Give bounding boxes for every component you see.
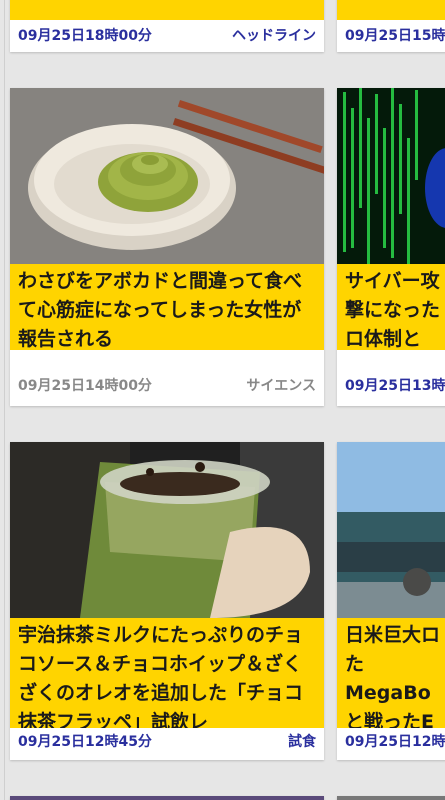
article-title-strip [337, 0, 445, 20]
article-meta: 09月25日14時00分 サイエンス [10, 372, 324, 398]
page-divider [4, 0, 5, 800]
article-title[interactable]: 日米巨大ロたMegaBoと戦ったEで販売へ [337, 618, 445, 728]
megabots-image [337, 442, 445, 618]
article-category[interactable]: ヘッドライン [232, 25, 316, 45]
article-meta: 09月25日12時 [337, 728, 445, 754]
article-card[interactable]: わさびをアボカドと間違って食べて心筋症になってしまった女性が報告される 09月2… [10, 88, 324, 406]
article-category[interactable]: サイエンス [246, 375, 316, 395]
article-date: 09月25日13時 [345, 378, 445, 394]
article-title[interactable]: 宇治抹茶ミルクにたっぷりのチョコソース＆チョコホイップ＆ざくざくのオレオを追加し… [10, 618, 324, 728]
article-title[interactable]: わさびをアボカドと間違って食べて心筋症になってしまった女性が報告される [10, 264, 324, 350]
matcha-frappe-image [10, 442, 324, 618]
article-thumbnail[interactable] [337, 88, 445, 264]
article-thumbnail[interactable] [337, 442, 445, 618]
article-card[interactable] [337, 796, 445, 800]
article-date: 09月25日15時 [345, 28, 445, 44]
article-card[interactable]: 日米巨大ロたMegaBoと戦ったEで販売へ 09月25日12時 [337, 442, 445, 760]
article-thumbnail[interactable] [337, 796, 445, 800]
article-meta: 09月25日18時00分 ヘッドライン [10, 22, 324, 48]
matrix-code-image [337, 88, 445, 264]
article-title-strip [10, 0, 324, 20]
article-date: 09月25日12時 [345, 734, 445, 750]
article-card[interactable]: 宇治抹茶ミルクにたっぷりのチョコソース＆チョコホイップ＆ざくざくのオレオを追加し… [10, 442, 324, 760]
article-date: 09月25日18時00分 [18, 28, 152, 44]
article-meta: 09月25日13時 [337, 372, 445, 398]
article-thumbnail[interactable] [10, 88, 324, 264]
wasabi-bowl-image [10, 88, 324, 264]
article-card[interactable]: 09月25日15時 [337, 0, 445, 52]
article-thumbnail[interactable] [10, 442, 324, 618]
article-card[interactable]: 09月25日18時00分 ヘッドライン [10, 0, 324, 52]
article-title[interactable]: サイバー攻撃になったロ体制とは？ [337, 264, 445, 350]
article-card[interactable]: サイバー攻撃になったロ体制とは？ 09月25日13時 [337, 88, 445, 406]
article-category[interactable]: 試食 [288, 731, 316, 751]
article-meta: 09月25日12時45分 試食 [10, 728, 324, 754]
article-date: 09月25日12時45分 [18, 734, 152, 750]
article-thumbnail[interactable] [10, 796, 324, 800]
article-meta: 09月25日15時 [337, 22, 445, 48]
article-date: 09月25日14時00分 [18, 378, 152, 394]
article-card[interactable] [10, 796, 324, 800]
